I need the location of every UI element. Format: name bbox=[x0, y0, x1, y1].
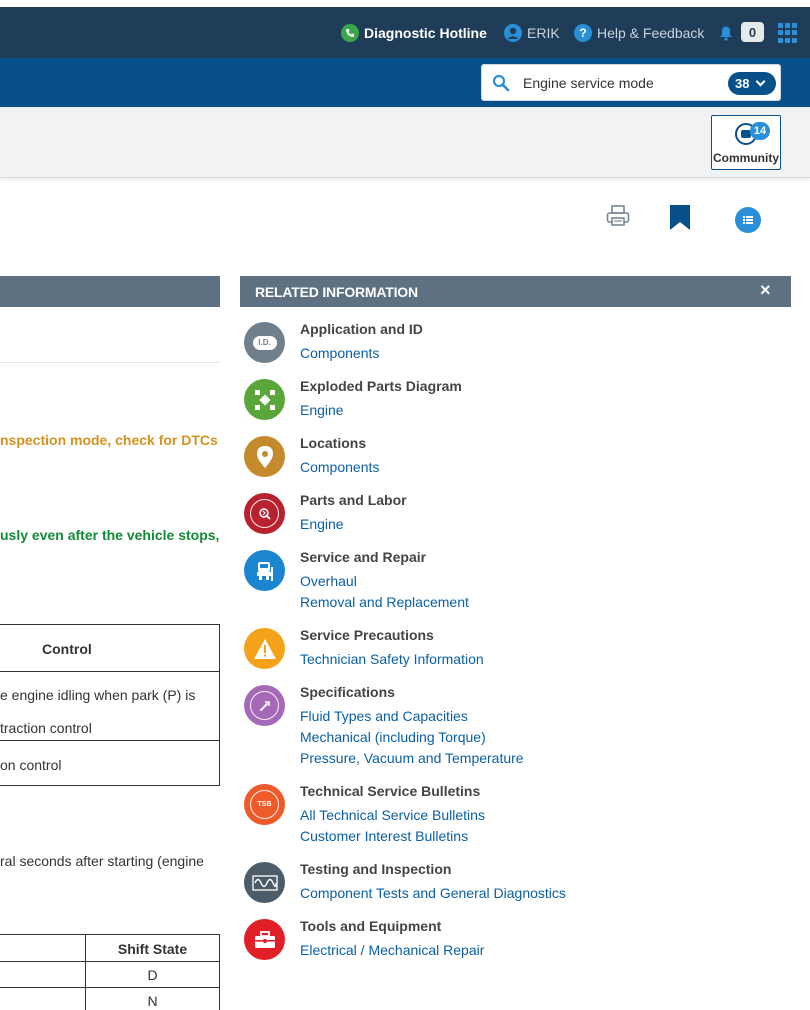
related-item-title: Technical Service Bulletins bbox=[300, 783, 481, 799]
related-link-removal-replacement[interactable]: Removal and Replacement bbox=[300, 594, 469, 610]
user-icon bbox=[504, 23, 522, 42]
related-item-title: Locations bbox=[300, 435, 367, 451]
control-table-header: Control bbox=[0, 625, 219, 672]
notification-count[interactable]: 0 bbox=[741, 22, 764, 42]
related-link-components[interactable]: Components bbox=[300, 459, 379, 475]
toolbar-row bbox=[0, 107, 810, 178]
parts-labor-icon bbox=[244, 493, 285, 534]
phone-icon bbox=[341, 23, 359, 42]
table-cell: e engine idling when park (P) is bbox=[0, 687, 196, 703]
related-link-technician-safety[interactable]: Technician Safety Information bbox=[300, 651, 484, 667]
print-icon[interactable] bbox=[606, 205, 630, 227]
exploded-parts-icon bbox=[244, 379, 285, 420]
id-badge-text: I.D. bbox=[252, 335, 277, 350]
question-icon: ? bbox=[574, 23, 592, 42]
table-cell: on control bbox=[0, 757, 62, 773]
related-link-customer-interest[interactable]: Customer Interest Bulletins bbox=[300, 828, 468, 844]
user-menu[interactable]: ERIK bbox=[504, 7, 560, 58]
location-pin-icon bbox=[244, 436, 285, 477]
chevron-down-icon bbox=[756, 76, 766, 87]
related-link-fluid-types[interactable]: Fluid Types and Capacities bbox=[300, 708, 468, 724]
related-link-engine[interactable]: Engine bbox=[300, 402, 344, 418]
related-link-all-tsb[interactable]: All Technical Service Bulletins bbox=[300, 807, 485, 823]
info-note: usly even after the vehicle stops, bbox=[0, 527, 220, 543]
table-cell: D bbox=[147, 967, 158, 983]
diagnostic-hotline-link[interactable]: Diagnostic Hotline bbox=[341, 7, 487, 58]
divider bbox=[0, 362, 220, 363]
top-bar: Diagnostic Hotline ERIK ? Help & Feedbac… bbox=[0, 7, 810, 58]
related-item-title: Testing and Inspection bbox=[300, 861, 452, 877]
bookmark-icon[interactable] bbox=[669, 205, 691, 231]
control-table: Control e engine idling when park (P) is… bbox=[0, 624, 220, 786]
related-link-electrical-mechanical[interactable]: Electrical / Mechanical Repair bbox=[300, 942, 484, 958]
tsb-badge-text: TSB bbox=[250, 790, 279, 819]
waveform-icon bbox=[244, 862, 285, 903]
article-section-header bbox=[0, 276, 220, 307]
service-repair-icon bbox=[244, 550, 285, 591]
related-link-engine[interactable]: Engine bbox=[300, 516, 344, 532]
warning-icon bbox=[244, 628, 285, 669]
table-cell: N bbox=[147, 993, 158, 1009]
related-link-components[interactable]: Components bbox=[300, 345, 379, 361]
table-of-contents-icon[interactable] bbox=[735, 207, 761, 233]
related-item-title: Service and Repair bbox=[300, 549, 427, 565]
help-label: Help & Feedback bbox=[597, 24, 705, 41]
help-feedback-link[interactable]: ? Help & Feedback bbox=[574, 7, 704, 58]
related-information-title: RELATED INFORMATION bbox=[255, 284, 418, 300]
community-badge: 14 bbox=[750, 122, 770, 140]
related-link-component-tests[interactable]: Component Tests and General Diagnostics bbox=[300, 885, 566, 901]
related-information-header: RELATED INFORMATION × bbox=[240, 276, 791, 307]
related-item-title: Service Precautions bbox=[300, 627, 434, 643]
hotline-label: Diagnostic Hotline bbox=[364, 24, 487, 41]
table-row-divider bbox=[0, 961, 219, 962]
related-item-title: Parts and Labor bbox=[300, 492, 407, 508]
bell-icon bbox=[720, 26, 732, 41]
apps-grid-icon[interactable] bbox=[778, 23, 798, 43]
community-button[interactable]: 14 Community bbox=[711, 115, 781, 170]
search-input[interactable]: Engine service mode bbox=[523, 75, 654, 91]
toolbox-icon bbox=[244, 919, 285, 960]
shift-state-table: Shift State D N bbox=[0, 934, 220, 1010]
id-icon: I.D. bbox=[244, 322, 285, 363]
search-results-dropdown[interactable]: 38 bbox=[728, 72, 776, 95]
table-row-divider bbox=[0, 740, 219, 741]
related-link-overhaul[interactable]: Overhaul bbox=[300, 573, 357, 589]
search-icon bbox=[492, 74, 510, 92]
related-item-title: Application and ID bbox=[300, 321, 423, 337]
caution-note: nspection mode, check for DTCs bbox=[0, 432, 218, 448]
community-label: Community bbox=[713, 151, 779, 165]
related-item-title: Tools and Equipment bbox=[300, 918, 442, 934]
tsb-icon: TSB bbox=[244, 784, 285, 825]
table-cell: traction control bbox=[0, 720, 92, 736]
related-item-title: Specifications bbox=[300, 684, 395, 700]
table-row-divider bbox=[0, 987, 219, 988]
search-result-count: 38 bbox=[735, 76, 750, 91]
article-paragraph: ral seconds after starting (engine bbox=[0, 853, 204, 869]
related-link-mechanical-torque[interactable]: Mechanical (including Torque) bbox=[300, 729, 486, 745]
user-name: ERIK bbox=[527, 24, 560, 41]
notifications-button[interactable] bbox=[718, 7, 734, 58]
specifications-icon bbox=[244, 685, 285, 726]
control-column-header: Control bbox=[42, 641, 92, 657]
close-icon[interactable]: × bbox=[760, 280, 771, 301]
related-item-title: Exploded Parts Diagram bbox=[300, 378, 462, 394]
search-box[interactable]: Engine service mode 38 bbox=[481, 64, 781, 101]
related-link-pressure-vacuum[interactable]: Pressure, Vacuum and Temperature bbox=[300, 750, 524, 766]
shift-state-header: Shift State bbox=[117, 941, 188, 957]
